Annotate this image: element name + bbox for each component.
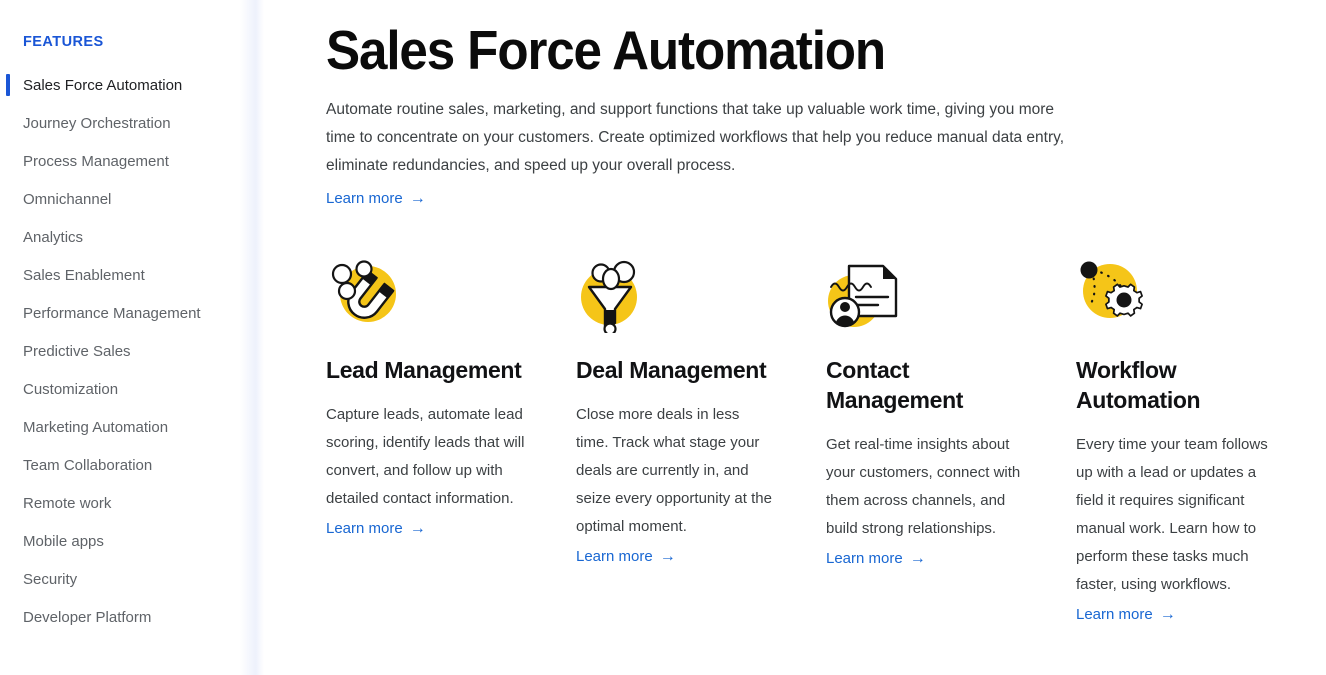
- sidebar-item-label: Process Management: [23, 152, 169, 170]
- sidebar-item-sales-force-automation[interactable]: Sales Force Automation: [0, 66, 264, 104]
- sidebar-item-team-collaboration[interactable]: Team Collaboration: [0, 446, 264, 484]
- sidebar-item-predictive-sales[interactable]: Predictive Sales: [0, 332, 264, 370]
- sidebar-item-label: Mobile apps: [23, 532, 104, 550]
- learn-more-label: Learn more: [826, 550, 903, 567]
- sidebar-item-journey-orchestration[interactable]: Journey Orchestration: [0, 104, 264, 142]
- arrow-right-icon: →: [1159, 606, 1176, 623]
- sidebar-item-list: Sales Force Automation Journey Orchestra…: [0, 66, 264, 636]
- sidebar-item-security[interactable]: Security: [0, 560, 264, 598]
- card-learn-more-link[interactable]: Learn more →: [326, 519, 426, 539]
- learn-more-label: Learn more: [1076, 606, 1153, 623]
- sidebar-item-sales-enablement[interactable]: Sales Enablement: [0, 256, 264, 294]
- feature-card-contact-management: Contact Management Get real-time insight…: [826, 257, 1076, 625]
- learn-more-label: Learn more: [576, 548, 653, 565]
- feature-card-lead-management: Lead Management Capture leads, automate …: [326, 257, 576, 625]
- sidebar-item-performance-management[interactable]: Performance Management: [0, 294, 264, 332]
- sidebar-item-label: Analytics: [23, 228, 84, 246]
- sidebar-item-label: Omnichannel: [23, 190, 112, 208]
- arrow-right-icon: →: [909, 550, 926, 567]
- page-title: Sales Force Automation: [326, 19, 886, 81]
- features-page: FEATURES Sales Force Automation Journey …: [0, 0, 1326, 675]
- sidebar-section-label: FEATURES: [23, 34, 104, 50]
- sidebar-item-customization[interactable]: Customization: [0, 370, 264, 408]
- card-title: Workflow Automation: [1076, 357, 1201, 413]
- sidebar-item-label: Performance Management: [23, 304, 201, 322]
- card-title: Lead Management: [326, 357, 522, 383]
- gear-workflow-icon: [1076, 257, 1152, 333]
- funnel-icon: [576, 257, 652, 333]
- learn-more-label: Learn more: [326, 190, 403, 207]
- sidebar-item-marketing-automation[interactable]: Marketing Automation: [0, 408, 264, 446]
- sidebar-item-remote-work[interactable]: Remote work: [0, 484, 264, 522]
- contact-document-icon: [826, 257, 902, 333]
- page-learn-more-link[interactable]: Learn more →: [326, 189, 426, 209]
- feature-card-row: Lead Management Capture leads, automate …: [326, 257, 1326, 625]
- sidebar-item-label: Developer Platform: [23, 608, 152, 626]
- arrow-right-icon: →: [409, 520, 426, 537]
- sidebar-item-label: Customization: [23, 380, 119, 398]
- sidebar-item-omnichannel[interactable]: Omnichannel: [0, 180, 264, 218]
- card-body-text: Every time your team follows up with a l…: [1076, 436, 1268, 593]
- learn-more-label: Learn more: [326, 520, 403, 537]
- sidebar-item-label: Marketing Automation: [23, 418, 169, 436]
- feature-card-workflow-automation: Workflow Automation Every time your team…: [1076, 257, 1326, 625]
- sidebar-item-label: Predictive Sales: [23, 342, 131, 360]
- sidebar-item-analytics[interactable]: Analytics: [0, 218, 264, 256]
- card-body-text: Get real-time insights about your custom…: [826, 436, 1021, 537]
- sidebar-item-label: Security: [23, 570, 78, 588]
- feature-card-deal-management: Deal Management Close more deals in less…: [576, 257, 826, 625]
- sidebar-item-label: Team Collaboration: [23, 456, 153, 474]
- card-title: Deal Management: [576, 357, 767, 383]
- card-learn-more-link[interactable]: Learn more →: [826, 549, 926, 569]
- sidebar-item-mobile-apps[interactable]: Mobile apps: [0, 522, 264, 560]
- sidebar-item-label: Remote work: [23, 494, 112, 512]
- sidebar-item-label: Sales Enablement: [23, 266, 145, 284]
- magnet-icon: [326, 257, 402, 333]
- sidebar-navigation: FEATURES Sales Force Automation Journey …: [0, 0, 264, 675]
- card-learn-more-link[interactable]: Learn more →: [576, 547, 676, 567]
- sidebar-item-label: Journey Orchestration: [23, 114, 171, 132]
- card-body-text: Close more deals in less time. Track wha…: [576, 406, 772, 535]
- arrow-right-icon: →: [659, 548, 676, 565]
- card-title: Contact Management: [826, 357, 964, 413]
- main-content: Sales Force Automation Automate routine …: [264, 0, 1326, 675]
- sidebar-item-label: Sales Force Automation: [23, 76, 183, 94]
- arrow-right-icon: →: [409, 190, 426, 207]
- sidebar-item-process-management[interactable]: Process Management: [0, 142, 264, 180]
- sidebar-item-developer-platform[interactable]: Developer Platform: [0, 598, 264, 636]
- card-body-text: Capture leads, automate lead scoring, id…: [326, 406, 525, 507]
- card-learn-more-link[interactable]: Learn more →: [1076, 605, 1176, 625]
- page-intro-text: Automate routine sales, marketing, and s…: [326, 101, 1065, 174]
